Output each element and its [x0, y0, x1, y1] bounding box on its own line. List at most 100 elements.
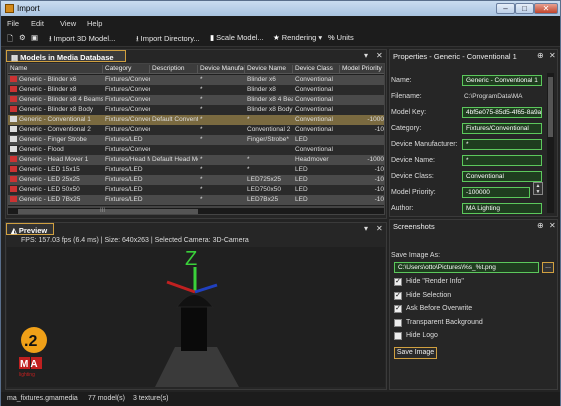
- menu-help[interactable]: Help: [87, 19, 102, 28]
- save-path-field[interactable]: C:\Users\otto\Pictures\%s_%t.png: [394, 262, 539, 273]
- col-device-name[interactable]: Device Name: [245, 65, 293, 74]
- window-title: Import: [17, 4, 40, 13]
- table-cell: Generic - Head Mover 1: [8, 156, 103, 165]
- cell-text: *: [200, 116, 203, 123]
- option-label: Hide Logo: [406, 332, 438, 339]
- table-row[interactable]: Generic - LED 25x25 Fixtures/LED * LED725x2…: [8, 175, 384, 185]
- toolbar: 🗋 ⚙ ▣ ⭳ Import 3D Model... ⭳ Import Direct…: [1, 30, 560, 47]
- property-value[interactable]: MA Lighting: [462, 203, 542, 214]
- col-name[interactable]: Name: [8, 65, 103, 74]
- table-row[interactable]: Generic - LED 15x15 Fixtures/LED * * LED -10: [8, 165, 384, 175]
- properties-pin-icon[interactable]: ⊕: [537, 51, 544, 60]
- save-icon[interactable]: ▣: [31, 33, 38, 42]
- properties-scrollbar[interactable]: [547, 73, 554, 213]
- cell-text: *: [200, 186, 203, 193]
- models-panel-menu-icon[interactable]: ▾: [364, 51, 368, 60]
- preview-tab[interactable]: ◭ Preview: [6, 223, 54, 235]
- table-cell: [340, 76, 384, 85]
- property-value[interactable]: 4bf5e075-85d5-4f65-8a9a: [462, 107, 542, 118]
- table-row[interactable]: Generic - Blinder x8 Fixtures/Conver * Blin…: [8, 85, 384, 95]
- cell-text: *: [200, 106, 203, 113]
- table-row[interactable]: Generic - Blinder x8 Body Fixtures/Conver…: [8, 105, 384, 115]
- table-row[interactable]: Generic - Head Mover 1 Fixtures/Head M Def…: [8, 155, 384, 165]
- table-cell: -10: [340, 186, 384, 195]
- option-label: Transparent Background: [406, 318, 483, 326]
- horizontal-scrollbar[interactable]: III: [7, 207, 385, 215]
- property-label: Model Priority:: [391, 189, 436, 196]
- property-value[interactable]: Fixtures/Conventional: [462, 123, 542, 134]
- property-value[interactable]: Generic - Conventional 1: [462, 75, 542, 86]
- property-value[interactable]: *: [462, 139, 542, 150]
- properties-close-icon[interactable]: ✕: [549, 51, 556, 60]
- screenshots-close-icon[interactable]: ✕: [549, 221, 556, 230]
- 3d-viewport[interactable]: Z .2 MA lighting: [7, 247, 385, 387]
- cell-text: Fixtures/LED: [105, 176, 143, 183]
- import-3d-model-button[interactable]: ⭳ Import 3D Model...: [49, 33, 115, 46]
- cell-text: -1000: [367, 156, 384, 163]
- save-image-button[interactable]: Save Image: [394, 347, 437, 359]
- option-checkbox[interactable]: [394, 318, 402, 327]
- menu-view[interactable]: View: [60, 19, 76, 28]
- table-row[interactable]: Generic - Finger Strobe Fixtures/LED * Fing…: [8, 135, 384, 145]
- col-device-manufacturer[interactable]: Device Manufac: [198, 65, 245, 74]
- property-value[interactable]: -100000: [462, 187, 530, 198]
- option-checkbox[interactable]: ✓: [394, 278, 402, 286]
- menu-file[interactable]: File: [7, 19, 19, 28]
- models-panel-close-icon[interactable]: ✕: [376, 51, 383, 60]
- property-value[interactable]: *: [462, 155, 542, 166]
- col-description[interactable]: Description: [150, 65, 198, 74]
- table-cell: [340, 106, 384, 115]
- table-row[interactable]: Generic - Flood Fixtures/Conver Convention…: [8, 145, 384, 155]
- property-value[interactable]: Conventional: [462, 171, 542, 182]
- close-button[interactable]: ✕: [534, 3, 558, 14]
- minimize-button[interactable]: –: [496, 3, 515, 14]
- units-button[interactable]: % Units: [328, 33, 354, 42]
- table-row[interactable]: Generic - Blinder x6 Fixtures/Conver * Blin…: [8, 75, 384, 85]
- scroll-thumb[interactable]: [18, 209, 198, 214]
- col-model-priority[interactable]: Model Priority: [340, 65, 384, 74]
- cell-text: *: [247, 116, 250, 123]
- property-label: Author:: [391, 205, 414, 212]
- properties-title: Properties - Generic - Conventional 1: [393, 52, 517, 61]
- cell-text: Blinder x6: [247, 76, 276, 83]
- cell-text: *: [200, 156, 203, 163]
- col-category[interactable]: Category: [103, 65, 150, 74]
- table-cell: *: [198, 86, 245, 95]
- table-row[interactable]: Generic - LED 50x50 Fixtures/LED * LED750x5…: [8, 185, 384, 195]
- properties-scroll-thumb[interactable]: [548, 77, 553, 137]
- table-row[interactable]: Generic - LED 7Bx25 Fixtures/LED * LED7Bx25…: [8, 195, 384, 205]
- table-cell: *: [198, 196, 245, 205]
- table-cell: [150, 136, 198, 145]
- table-cell: Default Head Mc: [150, 156, 198, 165]
- table-row[interactable]: Generic - Blinder x8 4 Beams Fixtures/Con…: [8, 95, 384, 105]
- preview-close-icon[interactable]: ✕: [376, 224, 383, 233]
- status-textures: 3 texture(s): [133, 395, 169, 402]
- menu-bar: File Edit View Help: [1, 16, 560, 30]
- table-cell: Generic - Blinder x8 4 Beams: [8, 96, 103, 105]
- option-checkbox[interactable]: [394, 332, 402, 340]
- menu-edit[interactable]: Edit: [31, 19, 44, 28]
- cell-text: Default Head Mc: [152, 156, 198, 163]
- screenshots-pin-icon[interactable]: ⊕: [537, 221, 544, 230]
- cell-text: *: [200, 96, 203, 103]
- option-checkbox[interactable]: ✓: [394, 291, 402, 300]
- rendering-button[interactable]: ★ Rendering ▾: [273, 33, 322, 42]
- scale-model-button[interactable]: ▮ Scale Model...: [210, 33, 264, 42]
- table-row[interactable]: Generic - Conventional 1 Fixtures/Conver D…: [8, 115, 384, 125]
- table-cell: Fixtures/Conver: [103, 116, 150, 125]
- import-directory-button[interactable]: ⭳ Import Directory...: [136, 33, 200, 46]
- cell-text: -10: [374, 186, 384, 193]
- col-device-class[interactable]: Device Class: [293, 65, 340, 74]
- cell-text: Generic - Blinder x8 Body: [19, 106, 94, 113]
- models-panel-title: ▤ Models in Media Database File: [6, 50, 126, 71]
- option-checkbox[interactable]: ✓: [394, 305, 402, 313]
- priority-spinner[interactable]: ▲ ▼: [533, 182, 543, 195]
- new-file-icon[interactable]: 🗋: [7, 33, 13, 46]
- table-cell: *: [198, 156, 245, 165]
- table-row[interactable]: Generic - Conventional 2 Fixtures/Conver *…: [8, 125, 384, 135]
- maximize-button[interactable]: □: [515, 3, 534, 14]
- browse-button[interactable]: ...: [542, 262, 554, 273]
- preview-menu-icon[interactable]: ▾: [364, 224, 368, 233]
- open-folder-icon[interactable]: ⚙: [19, 33, 26, 42]
- cell-text: *: [200, 126, 203, 133]
